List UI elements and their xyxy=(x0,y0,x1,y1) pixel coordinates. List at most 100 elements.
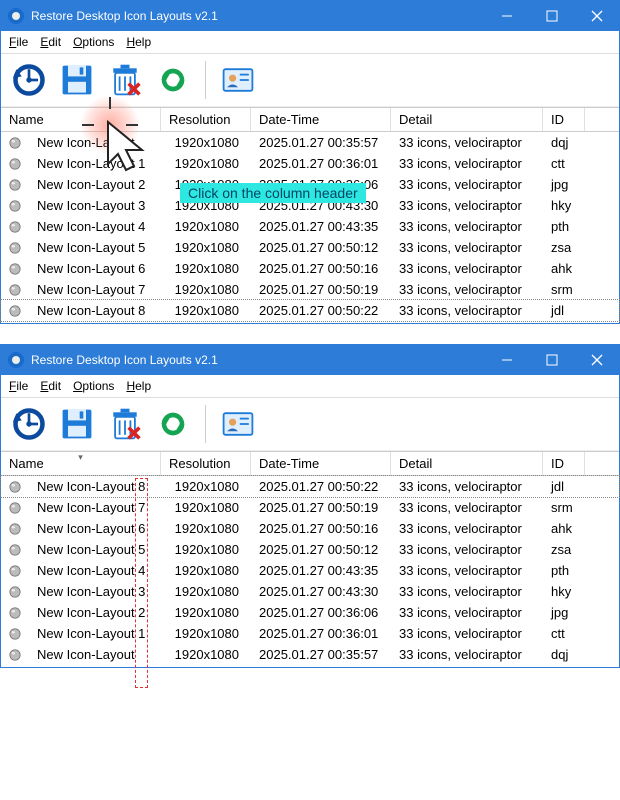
cell-datetime: 2025.01.27 00:50:22 xyxy=(251,303,391,318)
table-row[interactable]: New Icon-Layout 81920x10802025.01.27 00:… xyxy=(1,476,619,497)
cell-name: New Icon-Layout 6 xyxy=(29,521,161,536)
cell-id: jdl xyxy=(543,303,585,318)
table-row[interactable]: New Icon-Layout 11920x10802025.01.27 00:… xyxy=(1,623,619,644)
menu-edit[interactable]: Edit xyxy=(36,33,65,51)
table-row[interactable]: New Icon-Layout 51920x10802025.01.27 00:… xyxy=(1,539,619,560)
maximize-button[interactable] xyxy=(529,345,574,375)
disc-icon xyxy=(1,241,29,255)
cell-datetime: 2025.01.27 00:50:12 xyxy=(251,542,391,557)
sort-arrow-icon: ▾ xyxy=(78,452,83,463)
cell-name: New Icon-Layout 4 xyxy=(29,563,161,578)
disc-icon xyxy=(1,136,29,150)
delete-icon[interactable] xyxy=(105,60,145,100)
table-row[interactable]: New Icon-Layout 61920x10802025.01.27 00:… xyxy=(1,518,619,539)
menu-help[interactable]: Help xyxy=(122,33,155,51)
disc-icon xyxy=(1,262,29,276)
disc-icon xyxy=(1,304,29,318)
cell-resolution: 1920x1080 xyxy=(161,479,251,494)
cell-id: srm xyxy=(543,500,585,515)
listview: Name ▾ Resolution Date-Time Detail ID Ne… xyxy=(1,451,619,667)
menu-edit[interactable]: Edit xyxy=(36,377,65,395)
cell-name: New Icon-Layout 3 xyxy=(29,198,161,213)
table-row[interactable]: New Icon-Layout1920x10802025.01.27 00:35… xyxy=(1,644,619,665)
cell-name: New Icon-Layout 7 xyxy=(29,500,161,515)
table-row[interactable]: New Icon-Layout 71920x10802025.01.27 00:… xyxy=(1,497,619,518)
col-header-detail[interactable]: Detail xyxy=(391,452,543,475)
cell-name: New Icon-Layout 6 xyxy=(29,261,161,276)
table-row[interactable]: New Icon-Layout 71920x10802025.01.27 00:… xyxy=(1,279,619,300)
cell-resolution: 1920x1080 xyxy=(161,521,251,536)
menu-file[interactable]: File xyxy=(5,377,32,395)
toolbar-divider xyxy=(205,61,206,99)
window-before-sort: Restore Desktop Icon Layouts v2.1 File E… xyxy=(0,0,620,324)
col-header-id[interactable]: ID xyxy=(543,452,585,475)
col-header-datetime[interactable]: Date-Time xyxy=(251,108,391,131)
table-row[interactable]: New Icon-Layout 81920x10802025.01.27 00:… xyxy=(1,300,619,321)
refresh-icon[interactable] xyxy=(153,404,193,444)
table-row[interactable]: New Icon-Layout 61920x10802025.01.27 00:… xyxy=(1,258,619,279)
minimize-button[interactable] xyxy=(484,345,529,375)
table-row[interactable]: New Icon-Layout 21920x10802025.01.27 00:… xyxy=(1,602,619,623)
cell-detail: 33 icons, velociraptor xyxy=(391,177,543,192)
table-row[interactable]: New Icon-Layout 31920x10802025.01.27 00:… xyxy=(1,581,619,602)
refresh-icon[interactable] xyxy=(153,60,193,100)
cell-detail: 33 icons, velociraptor xyxy=(391,479,543,494)
disc-icon xyxy=(1,648,29,662)
cell-datetime: 2025.01.27 00:50:19 xyxy=(251,500,391,515)
cell-id: jpg xyxy=(543,605,585,620)
cell-resolution: 1920x1080 xyxy=(161,500,251,515)
menubar: File Edit Options Help xyxy=(1,375,619,398)
close-button[interactable] xyxy=(574,1,619,31)
titlebar[interactable]: Restore Desktop Icon Layouts v2.1 xyxy=(1,345,619,375)
table-row[interactable]: New Icon-Layout1920x10802025.01.27 00:35… xyxy=(1,132,619,153)
disc-icon xyxy=(1,199,29,213)
user-badge-icon[interactable] xyxy=(218,404,258,444)
disc-icon xyxy=(1,480,29,494)
cell-name: New Icon-Layout 2 xyxy=(29,605,161,620)
disc-icon xyxy=(1,585,29,599)
menu-options[interactable]: Options xyxy=(69,33,118,51)
maximize-button[interactable] xyxy=(529,1,574,31)
col-header-id[interactable]: ID xyxy=(543,108,585,131)
app-icon xyxy=(7,7,25,25)
minimize-button[interactable] xyxy=(484,1,529,31)
cell-name: New Icon-Layout 8 xyxy=(29,303,161,318)
cell-name: New Icon-Layout 8 xyxy=(29,479,161,494)
menu-file[interactable]: File xyxy=(5,33,32,51)
cell-detail: 33 icons, velociraptor xyxy=(391,647,543,662)
cell-detail: 33 icons, velociraptor xyxy=(391,500,543,515)
col-header-datetime[interactable]: Date-Time xyxy=(251,452,391,475)
col-header-name[interactable]: Name ▾ xyxy=(1,452,161,475)
table-row[interactable]: New Icon-Layout 51920x10802025.01.27 00:… xyxy=(1,237,619,258)
table-row[interactable]: New Icon-Layout 41920x10802025.01.27 00:… xyxy=(1,216,619,237)
save-icon[interactable] xyxy=(57,404,97,444)
disc-icon xyxy=(1,501,29,515)
delete-icon[interactable] xyxy=(105,404,145,444)
cell-datetime: 2025.01.27 00:50:22 xyxy=(251,479,391,494)
cell-detail: 33 icons, velociraptor xyxy=(391,282,543,297)
col-header-resolution[interactable]: Resolution xyxy=(161,452,251,475)
cell-detail: 33 icons, velociraptor xyxy=(391,219,543,234)
col-header-detail[interactable]: Detail xyxy=(391,108,543,131)
titlebar[interactable]: Restore Desktop Icon Layouts v2.1 xyxy=(1,1,619,31)
col-header-name[interactable]: Name xyxy=(1,108,161,131)
cell-datetime: 2025.01.27 00:43:35 xyxy=(251,219,391,234)
menu-options[interactable]: Options xyxy=(69,377,118,395)
col-header-resolution[interactable]: Resolution xyxy=(161,108,251,131)
table-row[interactable]: New Icon-Layout 41920x10802025.01.27 00:… xyxy=(1,560,619,581)
window-after-sort: Restore Desktop Icon Layouts v2.1 File E… xyxy=(0,344,620,668)
menu-help[interactable]: Help xyxy=(122,377,155,395)
save-icon[interactable] xyxy=(57,60,97,100)
cell-id: ahk xyxy=(543,261,585,276)
user-badge-icon[interactable] xyxy=(218,60,258,100)
restore-icon[interactable] xyxy=(9,60,49,100)
cell-detail: 33 icons, velociraptor xyxy=(391,261,543,276)
cell-resolution: 1920x1080 xyxy=(161,240,251,255)
cell-datetime: 2025.01.27 00:36:06 xyxy=(251,605,391,620)
close-button[interactable] xyxy=(574,345,619,375)
app-icon xyxy=(7,351,25,369)
cell-name: New Icon-Layout 5 xyxy=(29,542,161,557)
cell-resolution: 1920x1080 xyxy=(161,135,251,150)
restore-icon[interactable] xyxy=(9,404,49,444)
table-row[interactable]: New Icon-Layout 11920x10802025.01.27 00:… xyxy=(1,153,619,174)
